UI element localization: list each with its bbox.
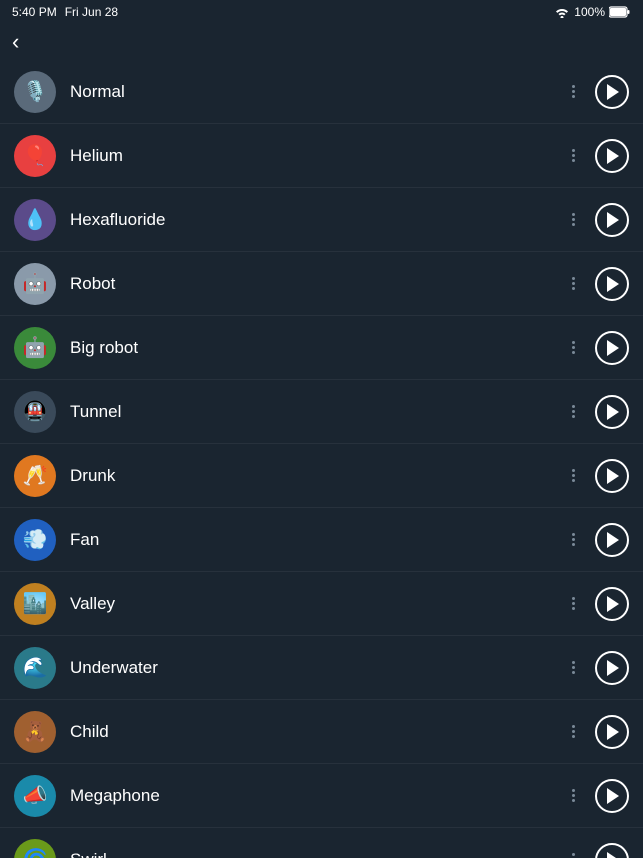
back-button[interactable]: ‹ xyxy=(12,31,19,53)
item-icon-underwater: 🌊 xyxy=(14,647,56,689)
items-list: 🎙️ Normal 🎈 Helium 💧 Hexaf xyxy=(0,60,643,858)
list-item: 🧸 Child xyxy=(0,700,643,764)
item-label-megaphone: Megaphone xyxy=(70,786,561,806)
list-item: 🥂 Drunk xyxy=(0,444,643,508)
play-icon-normal xyxy=(607,84,619,100)
item-label-underwater: Underwater xyxy=(70,658,561,678)
list-item: 🌀 Swirl xyxy=(0,828,643,858)
item-icon-normal: 🎙️ xyxy=(14,71,56,113)
item-label-valley: Valley xyxy=(70,594,561,614)
item-label-normal: Normal xyxy=(70,82,561,102)
item-label-child: Child xyxy=(70,722,561,742)
list-item: 🌊 Underwater xyxy=(0,636,643,700)
item-more-helium[interactable] xyxy=(561,144,585,168)
item-more-hexafluoride[interactable] xyxy=(561,208,585,232)
item-more-robot[interactable] xyxy=(561,272,585,296)
status-icons: 100% xyxy=(554,5,631,19)
list-item: 📣 Megaphone xyxy=(0,764,643,828)
item-label-hexafluoride: Hexafluoride xyxy=(70,210,561,230)
play-icon-helium xyxy=(607,148,619,164)
list-item: 🚇 Tunnel xyxy=(0,380,643,444)
item-more-underwater[interactable] xyxy=(561,656,585,680)
item-icon-megaphone: 📣 xyxy=(14,775,56,817)
play-icon-underwater xyxy=(607,660,619,676)
play-icon-robot xyxy=(607,276,619,292)
play-icon-tunnel xyxy=(607,404,619,420)
item-play-underwater[interactable] xyxy=(595,651,629,685)
status-bar: 5:40 PM Fri Jun 28 100% xyxy=(0,0,643,24)
play-icon-child xyxy=(607,724,619,740)
item-icon-hexafluoride: 💧 xyxy=(14,199,56,241)
item-play-fan[interactable] xyxy=(595,523,629,557)
list-item: 🤖 Big robot xyxy=(0,316,643,380)
battery-percent: 100% xyxy=(574,5,605,19)
item-icon-fan: 💨 xyxy=(14,519,56,561)
play-icon-drunk xyxy=(607,468,619,484)
item-label-swirl: Swirl xyxy=(70,850,561,858)
item-icon-swirl: 🌀 xyxy=(14,839,56,858)
item-play-valley[interactable] xyxy=(595,587,629,621)
item-play-drunk[interactable] xyxy=(595,459,629,493)
list-item: 🤖 Robot xyxy=(0,252,643,316)
item-more-drunk[interactable] xyxy=(561,464,585,488)
play-icon-swirl xyxy=(607,852,619,858)
item-icon-tunnel: 🚇 xyxy=(14,391,56,433)
item-label-robot: Robot xyxy=(70,274,561,294)
play-icon-megaphone xyxy=(607,788,619,804)
wifi-icon xyxy=(554,6,570,18)
nav-bar: ‹ xyxy=(0,24,643,60)
status-date: Fri Jun 28 xyxy=(65,5,118,19)
item-more-fan[interactable] xyxy=(561,528,585,552)
item-label-tunnel: Tunnel xyxy=(70,402,561,422)
list-item: 🎈 Helium xyxy=(0,124,643,188)
item-play-megaphone[interactable] xyxy=(595,779,629,813)
item-label-drunk: Drunk xyxy=(70,466,561,486)
list-item: 💧 Hexafluoride xyxy=(0,188,643,252)
list-item: 🎙️ Normal xyxy=(0,60,643,124)
item-play-helium[interactable] xyxy=(595,139,629,173)
item-icon-drunk: 🥂 xyxy=(14,455,56,497)
item-label-big-robot: Big robot xyxy=(70,338,561,358)
item-more-swirl[interactable] xyxy=(561,848,585,858)
item-icon-big-robot: 🤖 xyxy=(14,327,56,369)
list-item: 💨 Fan xyxy=(0,508,643,572)
play-icon-fan xyxy=(607,532,619,548)
item-play-normal[interactable] xyxy=(595,75,629,109)
item-label-fan: Fan xyxy=(70,530,561,550)
battery-icon xyxy=(609,6,631,18)
item-play-swirl[interactable] xyxy=(595,843,629,858)
status-time: 5:40 PM xyxy=(12,5,57,19)
item-icon-valley: 🏙️ xyxy=(14,583,56,625)
item-icon-helium: 🎈 xyxy=(14,135,56,177)
item-more-tunnel[interactable] xyxy=(561,400,585,424)
item-more-normal[interactable] xyxy=(561,80,585,104)
item-more-valley[interactable] xyxy=(561,592,585,616)
list-item: 🏙️ Valley xyxy=(0,572,643,636)
item-more-big-robot[interactable] xyxy=(561,336,585,360)
item-icon-robot: 🤖 xyxy=(14,263,56,305)
item-more-megaphone[interactable] xyxy=(561,784,585,808)
item-play-child[interactable] xyxy=(595,715,629,749)
item-play-robot[interactable] xyxy=(595,267,629,301)
item-play-big-robot[interactable] xyxy=(595,331,629,365)
play-icon-valley xyxy=(607,596,619,612)
item-more-child[interactable] xyxy=(561,720,585,744)
item-icon-child: 🧸 xyxy=(14,711,56,753)
play-icon-hexafluoride xyxy=(607,212,619,228)
item-play-tunnel[interactable] xyxy=(595,395,629,429)
play-icon-big-robot xyxy=(607,340,619,356)
item-play-hexafluoride[interactable] xyxy=(595,203,629,237)
item-label-helium: Helium xyxy=(70,146,561,166)
